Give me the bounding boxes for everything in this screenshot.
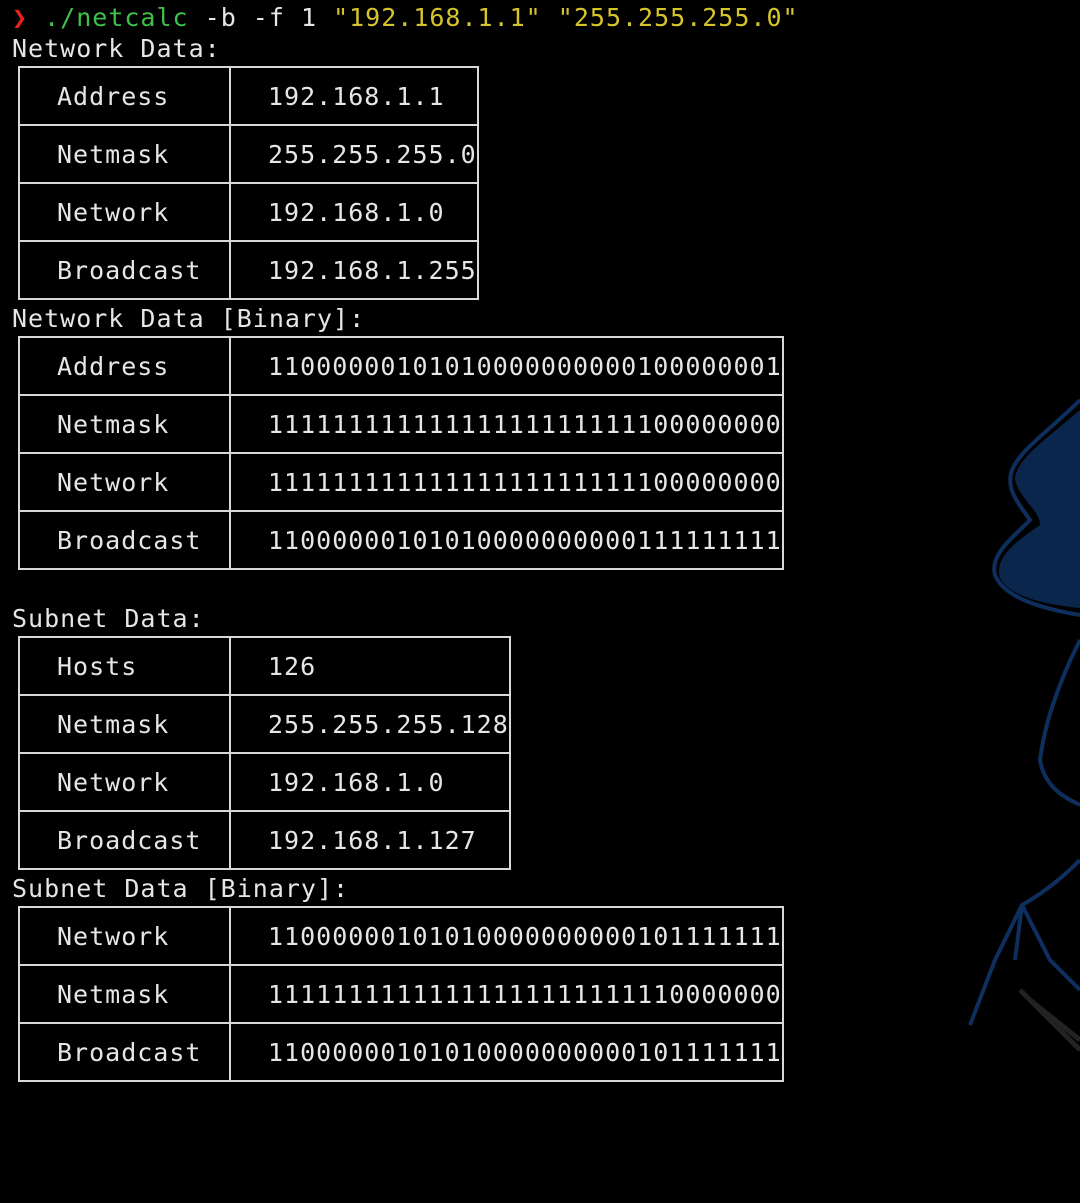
row-value: 11000000101010000000000101111111: [229, 906, 784, 966]
table-row: Network 192.168.1.0: [18, 182, 479, 242]
table-row: Netmask 255.255.255.0: [18, 124, 479, 184]
network-data-binary-table: Address 11000000101010000000000100000001 …: [18, 336, 784, 570]
row-value: 192.168.1.0: [229, 752, 511, 812]
table-row: Network 192.168.1.0: [18, 752, 511, 812]
table-row: Broadcast 1100000010101000000000011111111…: [18, 510, 784, 570]
row-value: 192.168.1.1: [229, 66, 479, 126]
command-name: ./netcalc: [44, 3, 189, 32]
table-row: Broadcast 192.168.1.127: [18, 810, 511, 870]
row-value: 192.168.1.127: [229, 810, 511, 870]
row-value: 11111111111111111111111100000000: [229, 394, 784, 454]
row-key: Address: [18, 66, 231, 126]
row-value: 11000000101010000000000100000001: [229, 336, 784, 396]
section-heading-network-data-binary: Network Data [Binary]:: [12, 304, 366, 333]
command-arg-netmask: "255.255.255.0": [557, 3, 799, 32]
table-row: Hosts 126: [18, 636, 511, 696]
table-row: Broadcast 192.168.1.255: [18, 240, 479, 300]
row-key: Network: [18, 906, 231, 966]
row-key: Netmask: [18, 694, 231, 754]
section-heading-network-data: Network Data:: [12, 34, 221, 63]
row-key: Netmask: [18, 964, 231, 1024]
subnet-data-table: Hosts 126 Netmask 255.255.255.128 Network 1…: [18, 636, 511, 870]
prompt-chevron-icon: ❯: [12, 3, 29, 32]
table-row: Address 11000000101010000000000100000001: [18, 336, 784, 396]
table-row: Network 11111111111111111111111100000000: [18, 452, 784, 512]
row-key: Hosts: [18, 636, 231, 696]
subnet-data-binary-table: Network 11000000101010000000000101111111 …: [18, 906, 784, 1082]
table-row: Netmask 11111111111111111111111110000000: [18, 964, 784, 1024]
command-arg-address: "192.168.1.1": [333, 3, 542, 32]
row-key: Network: [18, 182, 231, 242]
table-row: Broadcast 1100000010101000000000010111111…: [18, 1022, 784, 1082]
row-key: Network: [18, 452, 231, 512]
row-value: 11000000101010000000000111111111: [229, 510, 784, 570]
row-value: 192.168.1.0: [229, 182, 479, 242]
row-value: 126: [229, 636, 511, 696]
table-row: Netmask 11111111111111111111111100000000: [18, 394, 784, 454]
table-row: Address 192.168.1.1: [18, 66, 479, 126]
row-value: 255.255.255.128: [229, 694, 511, 754]
row-value: 11000000101010000000000101111111: [229, 1022, 784, 1082]
row-key: Network: [18, 752, 231, 812]
table-row: Network 11000000101010000000000101111111: [18, 906, 784, 966]
row-value: 11111111111111111111111100000000: [229, 452, 784, 512]
command-prompt-line: ❯ ./netcalc -b -f 1 "192.168.1.1" "255.2…: [12, 0, 1012, 36]
row-value: 255.255.255.0: [229, 124, 479, 184]
row-key: Netmask: [18, 124, 231, 184]
row-key: Broadcast: [18, 810, 231, 870]
row-key: Netmask: [18, 394, 231, 454]
network-data-table: Address 192.168.1.1 Netmask 255.255.255.0 …: [18, 66, 479, 300]
terminal-output: ❯ ./netcalc -b -f 1 "192.168.1.1" "255.2…: [12, 0, 1012, 1082]
section-heading-subnet-data: Subnet Data:: [12, 604, 205, 633]
row-key: Broadcast: [18, 510, 231, 570]
row-key: Broadcast: [18, 240, 231, 300]
command-flags: -b -f 1: [188, 3, 334, 32]
section-heading-subnet-data-binary: Subnet Data [Binary]:: [12, 874, 350, 903]
row-value: 192.168.1.255: [229, 240, 479, 300]
row-value: 11111111111111111111111110000000: [229, 964, 784, 1024]
row-key: Address: [18, 336, 231, 396]
table-row: Netmask 255.255.255.128: [18, 694, 511, 754]
row-key: Broadcast: [18, 1022, 231, 1082]
